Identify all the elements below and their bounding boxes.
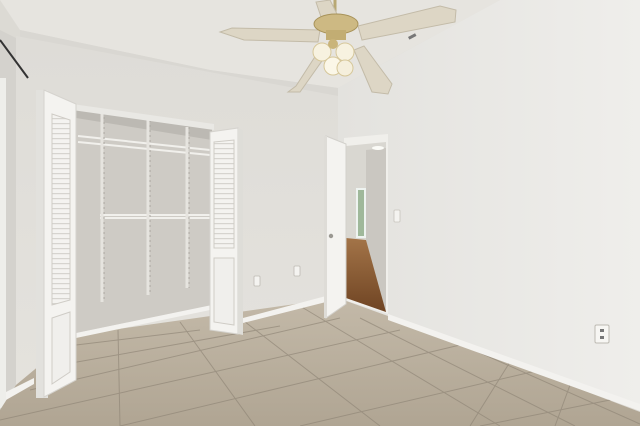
hallway-doorway[interactable] bbox=[344, 134, 388, 314]
bedroom-photo bbox=[0, 0, 640, 426]
outlet-icon bbox=[293, 265, 301, 277]
interior-door[interactable] bbox=[324, 135, 347, 319]
hallway-ceiling-light bbox=[372, 146, 384, 150]
light-switch[interactable] bbox=[393, 209, 401, 223]
closet-bifold-door-right[interactable] bbox=[209, 127, 243, 335]
outlet-icon bbox=[253, 275, 261, 287]
outlet-icon bbox=[594, 324, 610, 344]
door-knob-icon[interactable] bbox=[328, 233, 334, 239]
closet-interior bbox=[76, 108, 212, 333]
left-door-frame bbox=[0, 78, 6, 408]
closet-bifold-door-left[interactable] bbox=[36, 89, 77, 398]
